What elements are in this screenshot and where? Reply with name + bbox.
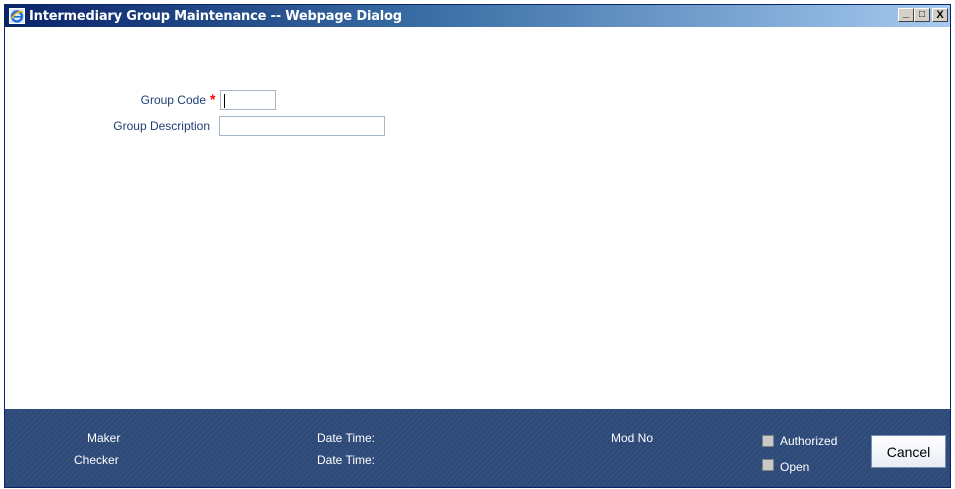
checker-label: Checker	[74, 453, 119, 467]
ie-icon	[9, 8, 25, 24]
title-bar[interactable]: Intermediary Group Maintenance -- Webpag…	[5, 5, 950, 27]
maker-label: Maker	[87, 431, 121, 445]
window-controls: _ □ X	[898, 6, 948, 22]
group-description-label: Group Description	[113, 119, 210, 133]
dialog-window: Intermediary Group Maintenance -- Webpag…	[4, 4, 951, 488]
checker-datetime-label: Date Time:	[317, 453, 376, 467]
text-caret	[224, 94, 225, 108]
authorized-label: Authorized	[780, 434, 838, 448]
close-button[interactable]: X	[932, 8, 948, 22]
window-title: Intermediary Group Maintenance -- Webpag…	[29, 8, 402, 24]
minimize-icon: _	[902, 6, 910, 19]
maker-datetime-label: Date Time:	[317, 431, 376, 445]
group-code-input[interactable]	[220, 90, 276, 110]
close-icon: X	[936, 8, 944, 21]
minimize-button[interactable]: _	[898, 6, 914, 22]
audit-footer: Maker Checker Date Time: Date Time: Mod …	[5, 409, 950, 487]
maximize-button[interactable]: □	[914, 8, 930, 22]
group-code-label: Group Code	[140, 93, 206, 107]
open-checkbox[interactable]	[762, 459, 774, 471]
required-marker: *	[210, 91, 216, 107]
authorized-checkbox[interactable]	[762, 435, 774, 447]
group-description-input[interactable]	[219, 116, 385, 136]
form-area: Group Code * Group Description	[5, 27, 950, 409]
maximize-icon: □	[918, 9, 926, 20]
cancel-button[interactable]: Cancel	[871, 435, 946, 468]
mod-no-label: Mod No	[611, 431, 654, 445]
open-label: Open	[780, 460, 810, 474]
